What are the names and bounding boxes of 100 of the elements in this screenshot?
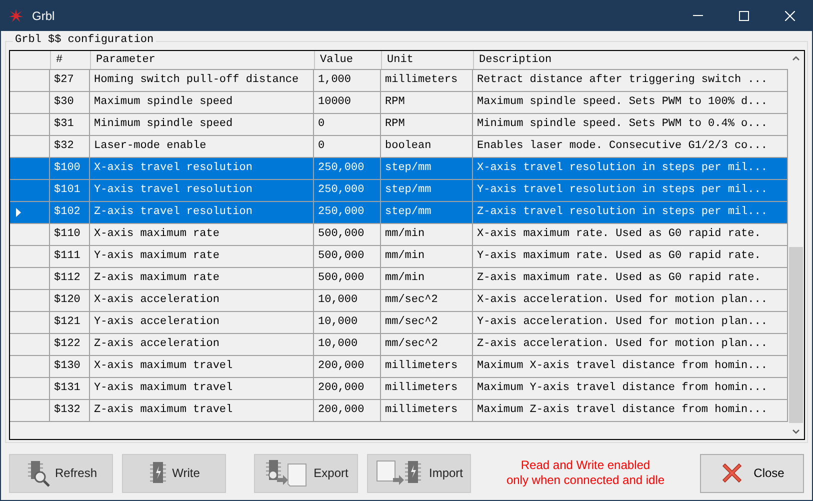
table-cell: $130 bbox=[50, 356, 90, 378]
toolbar-button[interactable]: Export bbox=[254, 454, 358, 492]
table-cell: 1,000 bbox=[314, 70, 381, 92]
row-header[interactable] bbox=[10, 290, 50, 312]
toolbar-button[interactable]: Refresh bbox=[9, 454, 113, 492]
table-cell: Z-axis maximum rate. Used as G0 rapid rate. bbox=[473, 268, 788, 290]
table-cell: $27 bbox=[50, 70, 90, 92]
column-header[interactable]: Unit bbox=[381, 51, 473, 69]
table-cell: Maximum Y-axis travel distance from homin... bbox=[473, 378, 788, 400]
table-cell: 200,000 bbox=[314, 356, 381, 378]
close-dialog-button[interactable]: Close bbox=[700, 454, 804, 492]
table-cell: mm/min bbox=[381, 246, 473, 268]
toolbar-button[interactable]: Write bbox=[122, 454, 226, 492]
table-cell: $111 bbox=[50, 246, 90, 268]
row-header[interactable] bbox=[10, 246, 50, 268]
scroll-thumb[interactable] bbox=[789, 247, 803, 423]
table-cell: Z-axis acceleration bbox=[90, 334, 314, 356]
table-cell: RPM bbox=[381, 114, 473, 136]
table-cell: Maximum spindle speed bbox=[90, 92, 314, 114]
table-cell: 10000 bbox=[314, 92, 381, 114]
row-header[interactable] bbox=[10, 378, 50, 400]
table-cell: boolean bbox=[381, 136, 473, 158]
close-icon bbox=[785, 10, 795, 20]
table-cell: 10,000 bbox=[314, 290, 381, 312]
table-cell: $112 bbox=[50, 268, 90, 290]
table-cell: X-axis maximum rate bbox=[90, 224, 314, 246]
row-header[interactable] bbox=[10, 202, 50, 224]
row-header[interactable] bbox=[10, 400, 50, 422]
table-cell: 500,000 bbox=[314, 224, 381, 246]
column-header[interactable]: Value bbox=[314, 51, 381, 69]
table-cell: X-axis maximum travel bbox=[90, 356, 314, 378]
table-cell: millimeters bbox=[381, 70, 473, 92]
table-cell: Maximum X-axis travel distance from homin... bbox=[473, 356, 788, 378]
row-header[interactable] bbox=[10, 268, 50, 290]
table-cell: millimeters bbox=[381, 378, 473, 400]
table-cell: $32 bbox=[50, 136, 90, 158]
table-cell: $101 bbox=[50, 180, 90, 202]
window-title: Grbl bbox=[32, 8, 55, 24]
toolbar-button[interactable]: Import bbox=[367, 454, 471, 492]
table-cell: mm/sec^2 bbox=[381, 312, 473, 334]
column-header[interactable]: Parameter bbox=[90, 51, 314, 69]
table-cell: 250,000 bbox=[314, 158, 381, 180]
app-icon bbox=[8, 8, 24, 24]
notice-text: only when connected and idle bbox=[506, 473, 665, 488]
table-cell: step/mm bbox=[381, 180, 473, 202]
table-cell: mm/min bbox=[381, 268, 473, 290]
table-cell: X-axis travel resolution bbox=[90, 158, 314, 180]
table-cell: $121 bbox=[50, 312, 90, 334]
row-header[interactable] bbox=[10, 92, 50, 114]
table-cell: Z-axis acceleration. Used for motion plan... bbox=[473, 334, 788, 356]
table-cell: Y-axis maximum rate. Used as G0 rapid rate. bbox=[473, 246, 788, 268]
row-header[interactable] bbox=[10, 114, 50, 136]
row-header[interactable] bbox=[10, 312, 50, 334]
table-cell: Z-axis maximum rate bbox=[90, 268, 314, 290]
table-cell: Z-axis maximum travel bbox=[90, 400, 314, 422]
table-cell: Laser-mode enable bbox=[90, 136, 314, 158]
close-icon bbox=[720, 461, 744, 485]
table-cell: Y-axis travel resolution bbox=[90, 180, 314, 202]
table-cell: 500,000 bbox=[314, 246, 381, 268]
table-cell: X-axis acceleration. Used for motion plan... bbox=[473, 290, 788, 312]
table-cell: mm/sec^2 bbox=[381, 290, 473, 312]
table-cell: $100 bbox=[50, 158, 90, 180]
column-header[interactable]: # bbox=[50, 51, 90, 69]
table-cell: $120 bbox=[50, 290, 90, 312]
row-header[interactable] bbox=[10, 224, 50, 246]
table-cell: Z-axis travel resolution bbox=[90, 202, 314, 224]
table-cell: 0 bbox=[314, 114, 381, 136]
table-cell: $132 bbox=[50, 400, 90, 422]
table-cell: Minimum spindle speed bbox=[90, 114, 314, 136]
table-cell: RPM bbox=[381, 92, 473, 114]
table-cell: Y-axis maximum travel bbox=[90, 378, 314, 400]
table-cell: 500,000 bbox=[314, 268, 381, 290]
table-cell: 0 bbox=[314, 136, 381, 158]
table-cell: 200,000 bbox=[314, 400, 381, 422]
group-title: Grbl $$ configuration bbox=[13, 33, 156, 47]
table-cell: 250,000 bbox=[314, 202, 381, 224]
table-cell: $122 bbox=[50, 334, 90, 356]
table-cell: $110 bbox=[50, 224, 90, 246]
row-header[interactable] bbox=[10, 356, 50, 378]
table-cell: Z-axis travel resolution in steps per mil... bbox=[473, 202, 788, 224]
table-cell: mm/sec^2 bbox=[381, 334, 473, 356]
table-cell: 250,000 bbox=[314, 180, 381, 202]
table-cell: Y-axis acceleration bbox=[90, 312, 314, 334]
table-cell: step/mm bbox=[381, 158, 473, 180]
table-cell: X-axis maximum rate. Used as G0 rapid rate. bbox=[473, 224, 788, 246]
row-header[interactable] bbox=[10, 70, 50, 92]
table-cell: millimeters bbox=[381, 400, 473, 422]
table-cell: Y-axis maximum rate bbox=[90, 246, 314, 268]
table-cell: Y-axis travel resolution in steps per mil... bbox=[473, 180, 788, 202]
table-cell: $31 bbox=[50, 114, 90, 136]
row-header[interactable] bbox=[10, 334, 50, 356]
row-header[interactable] bbox=[10, 136, 50, 158]
table-cell: $131 bbox=[50, 378, 90, 400]
minimize-icon bbox=[693, 15, 703, 16]
table-cell: 10,000 bbox=[314, 312, 381, 334]
table-cell: mm/min bbox=[381, 224, 473, 246]
table-cell: Homing switch pull-off distance bbox=[90, 70, 314, 92]
table-cell: $30 bbox=[50, 92, 90, 114]
notice-text: Read and Write enabled bbox=[520, 458, 650, 473]
table-cell: Maximum spindle speed. Sets PWM to 100% d... bbox=[473, 92, 788, 114]
